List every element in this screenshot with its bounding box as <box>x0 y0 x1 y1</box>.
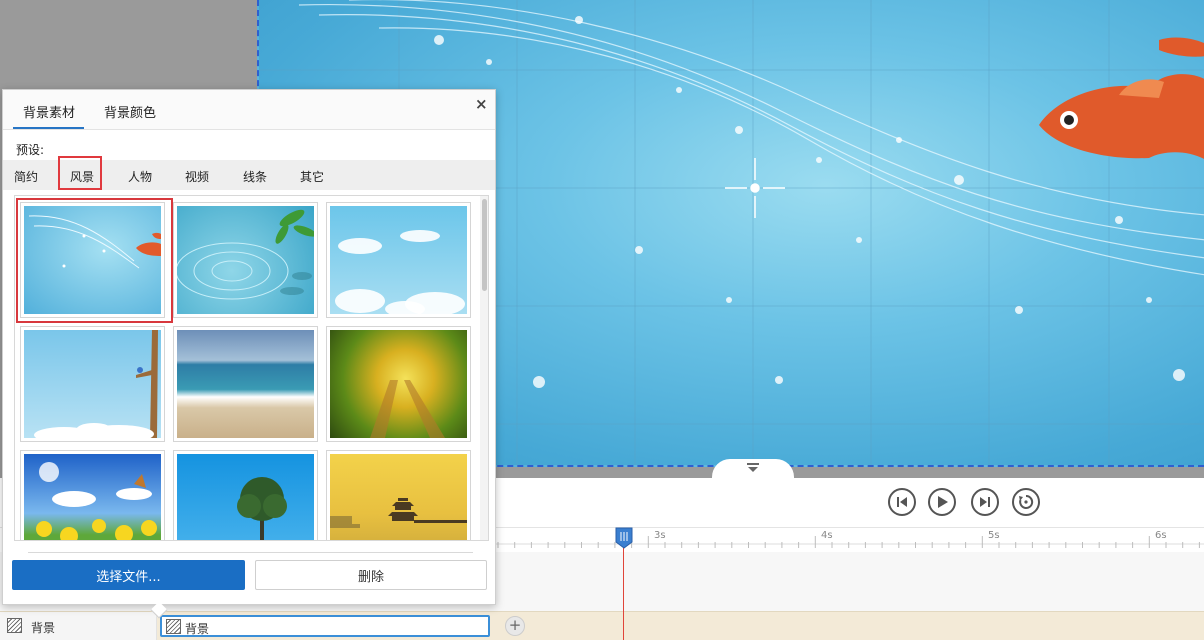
thumbnail-motion-blur-rails[interactable] <box>326 326 471 442</box>
thumbnail-scrollbar-thumb[interactable] <box>482 199 487 291</box>
clip-label: 背景 <box>185 622 210 636</box>
collapse-arrow-icon <box>747 462 759 472</box>
play-button[interactable] <box>928 488 956 516</box>
add-track-button[interactable]: + <box>505 616 525 636</box>
tick-label: 4s <box>821 530 833 541</box>
tab-background-color[interactable]: 背景颜色 <box>104 102 156 121</box>
track-header[interactable]: 背景 <box>0 612 157 640</box>
thumbnail-blue-sky-clouds[interactable] <box>326 202 471 318</box>
skip-back-button[interactable] <box>888 488 916 516</box>
category-simple[interactable]: 简约 <box>14 168 38 185</box>
category-other[interactable]: 其它 <box>300 168 324 185</box>
tick-label: 5s <box>988 530 1000 541</box>
delete-button[interactable]: 删除 <box>255 560 487 590</box>
background-panel: 背景素材 背景颜色 × 预设: 简约 风景 人物 视频 线条 其它 选择文件..… <box>2 89 496 619</box>
close-icon[interactable]: × <box>475 95 488 113</box>
playback-controls <box>496 478 1204 528</box>
playhead-handle[interactable] <box>615 527 633 549</box>
choose-file-button[interactable]: 选择文件... <box>12 560 245 590</box>
thumbnail-lone-tree-blue[interactable] <box>173 450 318 540</box>
tick-label: 3s <box>654 530 666 541</box>
category-lines[interactable]: 线条 <box>243 168 267 185</box>
collapse-stage-toggle[interactable] <box>712 459 794 479</box>
skip-forward-button[interactable] <box>971 488 999 516</box>
thumbnail-grid <box>14 195 489 541</box>
thumbnail-water-ripple-leaves[interactable] <box>173 202 318 318</box>
thumbnail-sea-beach[interactable] <box>173 326 318 442</box>
thumbnail-tree-bird-sky[interactable] <box>20 326 165 442</box>
tick-label: 6s <box>1155 530 1167 541</box>
panel-tab-bar: 背景素材 背景颜色 × <box>3 90 495 130</box>
category-video[interactable]: 视频 <box>185 168 209 185</box>
background-track[interactable]: 背景 背景 + <box>0 611 1204 640</box>
playhead-line <box>623 533 624 640</box>
tab-background-material[interactable]: 背景素材 <box>23 102 75 121</box>
track-label: 背景 <box>31 621 56 635</box>
preset-label: 预设: <box>16 143 45 157</box>
category-people[interactable]: 人物 <box>128 168 152 185</box>
background-pattern-icon <box>166 619 181 634</box>
thumbnail-flower-butterfly-field[interactable] <box>20 450 165 540</box>
thumbnail-pagoda-sunset-lake[interactable] <box>326 450 471 540</box>
background-pattern-icon <box>7 618 22 633</box>
loop-button[interactable] <box>1012 488 1040 516</box>
background-clip[interactable]: 背景 <box>160 615 490 637</box>
panel-divider <box>28 552 473 553</box>
selected-thumbnail-outline <box>16 198 173 323</box>
active-category-highlight <box>58 156 102 190</box>
active-tab-indicator <box>13 127 84 129</box>
